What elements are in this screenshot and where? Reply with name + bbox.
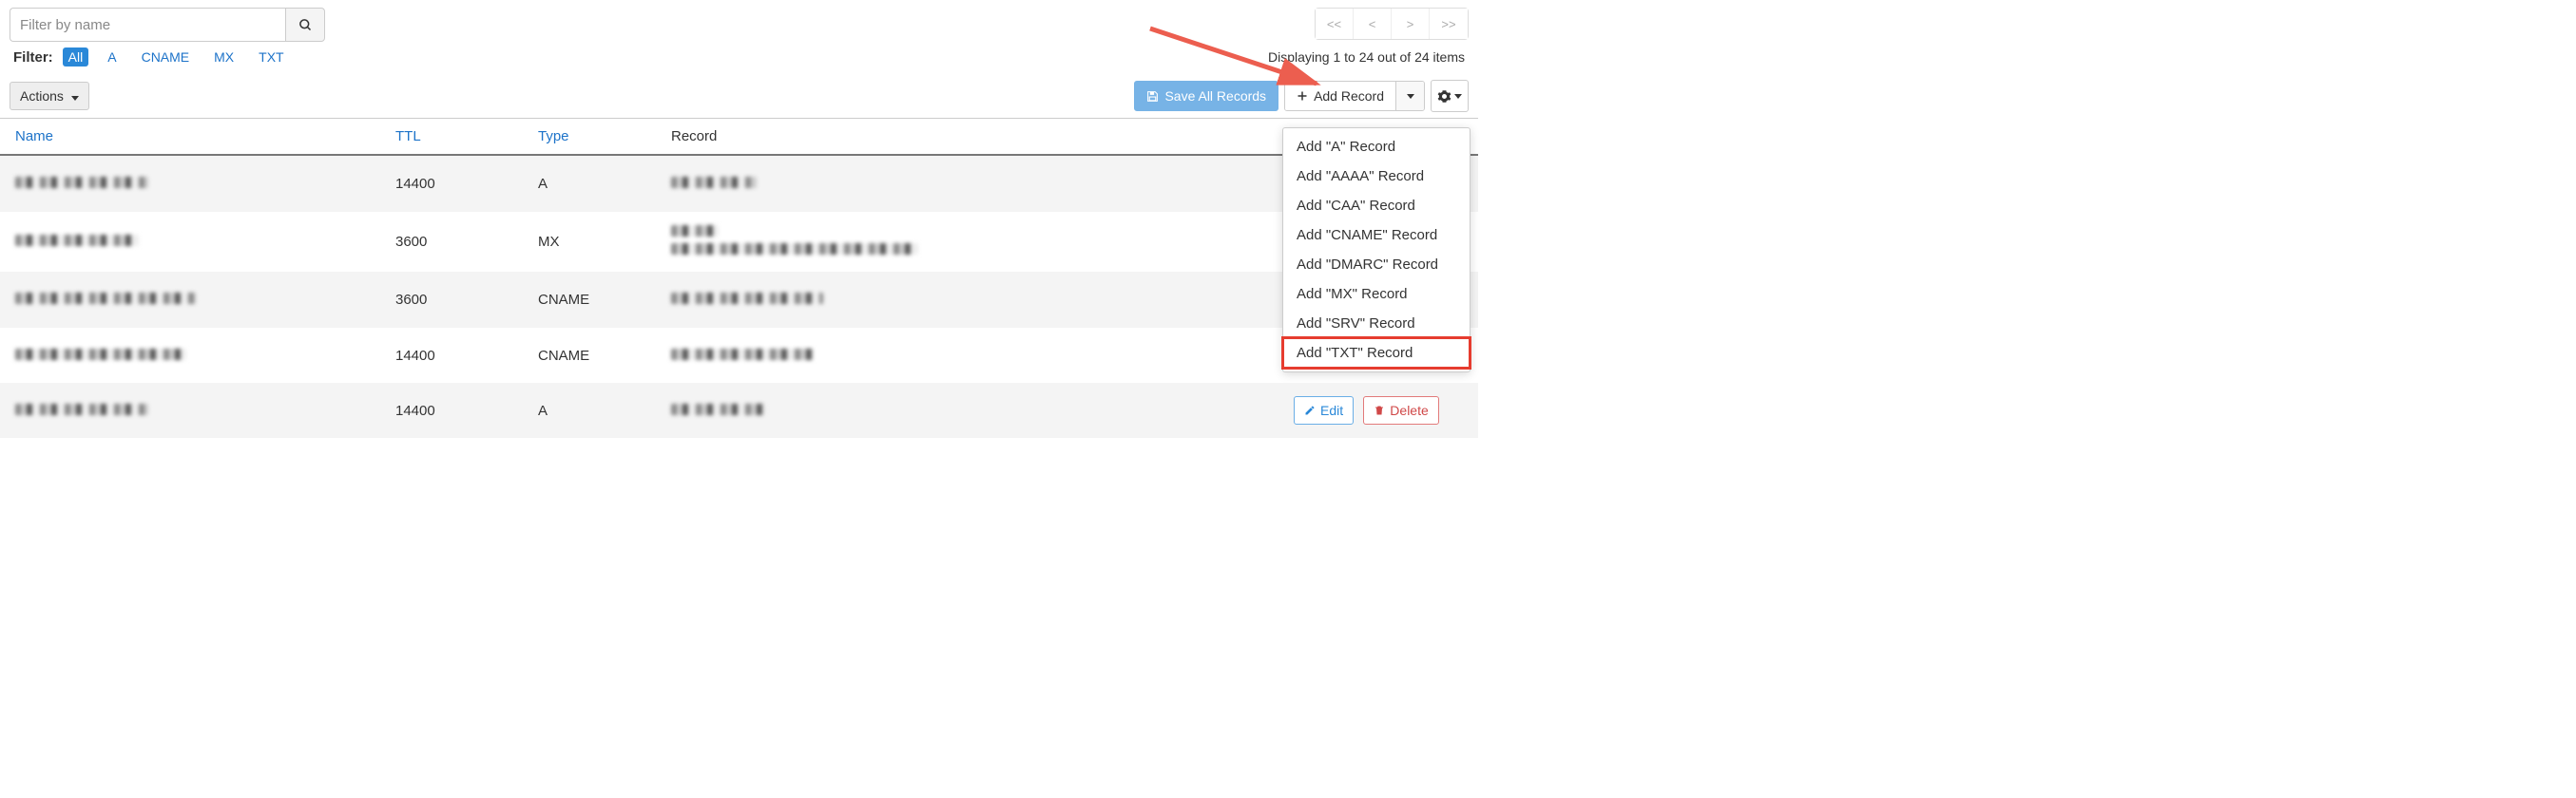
trash-icon xyxy=(1374,405,1385,416)
record-name-redacted xyxy=(15,293,196,304)
caret-down-icon xyxy=(1454,94,1462,99)
dns-records-table: Name TTL Type Record Actions 14400 A Edi… xyxy=(0,118,1478,438)
type-value: A xyxy=(523,155,656,212)
filter-txt[interactable]: TXT xyxy=(253,48,289,66)
add-record-dropdown-toggle[interactable] xyxy=(1395,82,1424,110)
record-value-redacted xyxy=(671,404,766,415)
edit-button[interactable]: Edit xyxy=(1294,396,1354,425)
search-icon xyxy=(298,18,313,32)
column-name[interactable]: Name xyxy=(0,119,380,156)
record-value-redacted xyxy=(671,243,918,255)
pagination: << < > >> xyxy=(1315,8,1469,40)
add-record-label: Add Record xyxy=(1314,88,1384,104)
delete-button[interactable]: Delete xyxy=(1363,396,1438,425)
add-txt-record-option[interactable]: Add "TXT" Record xyxy=(1283,338,1470,368)
add-aaaa-record-option[interactable]: Add "AAAA" Record xyxy=(1283,162,1470,191)
type-value: CNAME xyxy=(523,328,656,383)
record-value-redacted xyxy=(671,177,757,188)
column-type[interactable]: Type xyxy=(523,119,656,156)
add-caa-record-option[interactable]: Add "CAA" Record xyxy=(1283,191,1470,220)
column-ttl[interactable]: TTL xyxy=(380,119,523,156)
display-count-text: Displaying 1 to 24 out of 24 items xyxy=(1268,49,1465,65)
add-cname-record-option[interactable]: Add "CNAME" Record xyxy=(1283,220,1470,250)
ttl-value: 14400 xyxy=(380,383,523,438)
record-name-redacted xyxy=(15,404,148,415)
record-value-redacted xyxy=(671,349,814,360)
caret-down-icon xyxy=(1407,94,1414,99)
page-first-button[interactable]: << xyxy=(1316,9,1354,39)
ttl-value: 3600 xyxy=(380,212,523,272)
type-value: CNAME xyxy=(523,272,656,328)
filter-links: All A CNAME MX TXT xyxy=(63,48,290,66)
edit-label: Edit xyxy=(1320,403,1343,418)
add-record-dropdown-menu: Add "A" Record Add "AAAA" Record Add "CA… xyxy=(1282,127,1471,372)
page-next-button[interactable]: > xyxy=(1392,9,1430,39)
settings-button[interactable] xyxy=(1431,80,1469,112)
save-all-label: Save All Records xyxy=(1164,88,1266,104)
filter-by-name-input[interactable] xyxy=(10,8,285,42)
caret-down-icon xyxy=(71,96,79,101)
column-record: Record xyxy=(656,119,1278,156)
pencil-icon xyxy=(1304,405,1316,416)
save-icon xyxy=(1146,90,1159,103)
record-value-redacted xyxy=(671,293,823,304)
record-name-redacted xyxy=(15,349,186,360)
page-last-button[interactable]: >> xyxy=(1430,9,1468,39)
table-row: 3600 MX Edit Delete xyxy=(0,212,1478,272)
delete-label: Delete xyxy=(1390,403,1428,418)
add-record-button[interactable]: Add Record xyxy=(1285,82,1395,110)
table-row: 3600 CNAME Edit Delete xyxy=(0,272,1478,328)
add-mx-record-option[interactable]: Add "MX" Record xyxy=(1283,279,1470,309)
plus-icon xyxy=(1297,90,1308,102)
record-name-redacted xyxy=(15,177,148,188)
actions-label: Actions xyxy=(20,88,64,104)
table-row: 14400 CNAME Edit Delete xyxy=(0,328,1478,383)
ttl-value: 14400 xyxy=(380,328,523,383)
type-value: MX xyxy=(523,212,656,272)
filter-cname[interactable]: CNAME xyxy=(136,48,196,66)
record-name-redacted xyxy=(15,235,139,246)
record-value-redacted xyxy=(671,225,719,237)
gear-icon xyxy=(1437,89,1451,104)
type-value: A xyxy=(523,383,656,438)
table-row: 14400 A Edit Delete xyxy=(0,383,1478,438)
add-srv-record-option[interactable]: Add "SRV" Record xyxy=(1283,309,1470,338)
filter-all[interactable]: All xyxy=(63,48,89,66)
filter-a[interactable]: A xyxy=(102,48,122,66)
table-row: 14400 A Edit Delete xyxy=(0,155,1478,212)
save-all-records-button[interactable]: Save All Records xyxy=(1134,81,1278,111)
ttl-value: 3600 xyxy=(380,272,523,328)
actions-dropdown-button[interactable]: Actions xyxy=(10,82,89,110)
search-button[interactable] xyxy=(285,8,325,42)
add-dmarc-record-option[interactable]: Add "DMARC" Record xyxy=(1283,250,1470,279)
filter-mx[interactable]: MX xyxy=(208,48,240,66)
page-prev-button[interactable]: < xyxy=(1354,9,1392,39)
add-a-record-option[interactable]: Add "A" Record xyxy=(1283,132,1470,162)
filter-label: Filter: xyxy=(13,49,53,66)
ttl-value: 14400 xyxy=(380,155,523,212)
